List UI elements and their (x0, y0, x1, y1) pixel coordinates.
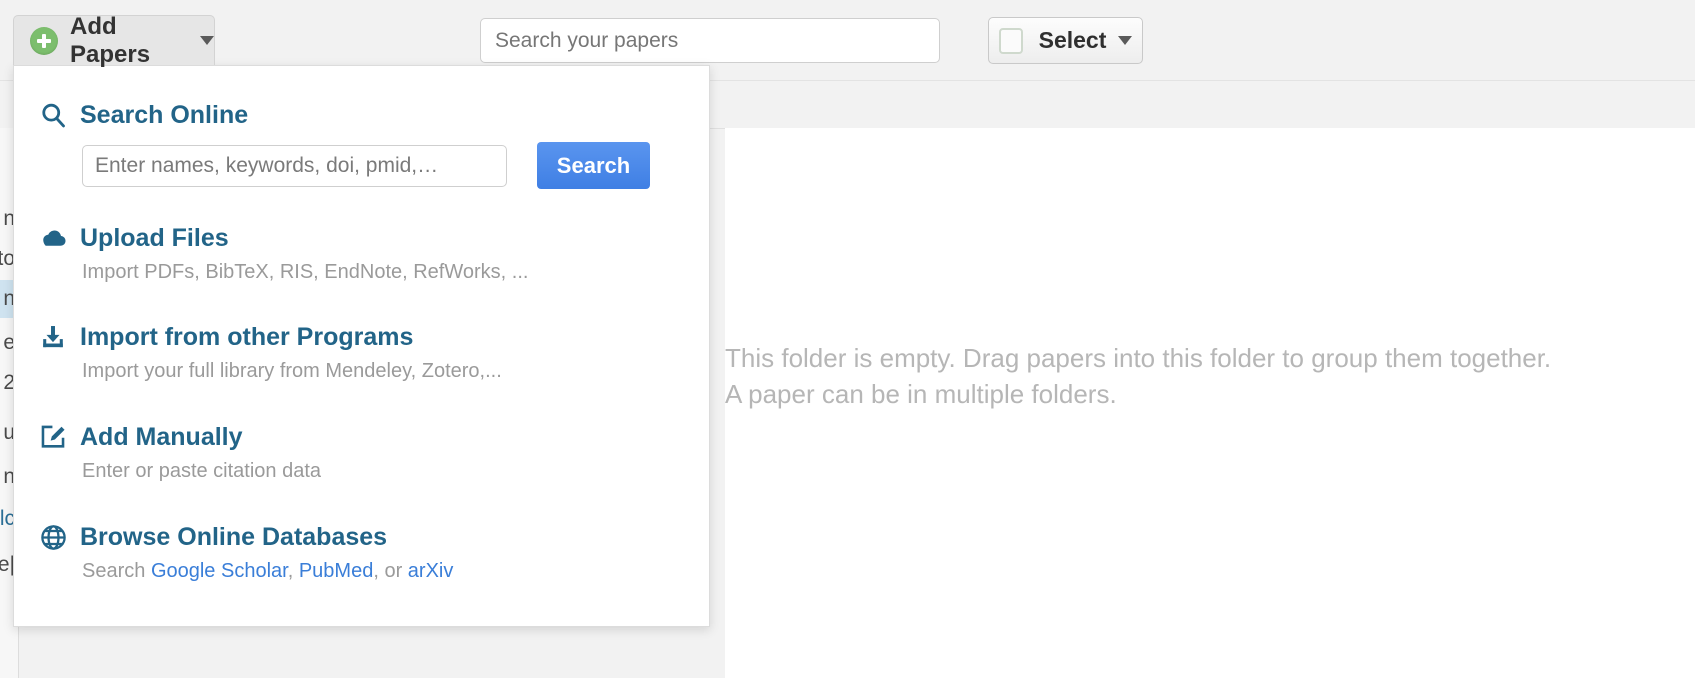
menu-item-add-manually[interactable]: Add Manually Enter or paste citation dat… (14, 420, 711, 483)
online-search-button[interactable]: Search (537, 142, 650, 189)
add-papers-button[interactable]: Add Papers (13, 13, 215, 68)
subtitle-separator: , or (373, 560, 408, 582)
online-search-input[interactable] (82, 144, 507, 187)
subtitle-separator: , (287, 560, 299, 582)
download-tray-icon (36, 320, 70, 354)
empty-folder-message: This folder is empty. Drag papers into t… (725, 340, 1685, 412)
menu-item-browse-online-databases[interactable]: Browse Online Databases Search Google Sc… (14, 520, 711, 583)
menu-item-subtitle: Import PDFs, BibTeX, RIS, EndNote, RefWo… (82, 261, 529, 283)
upload-files-header[interactable]: Upload Files (14, 221, 711, 255)
link-pubmed[interactable]: PubMed (299, 560, 374, 582)
menu-item-subtitle: Import your full library from Mendeley, … (82, 360, 502, 382)
app-root: Add Papers Select n to n e 2 u n lc e| T… (0, 0, 1695, 678)
checkbox-unchecked-icon[interactable] (998, 27, 1023, 54)
menu-item-subtitle: Search Google Scholar, PubMed, or arXiv (82, 560, 711, 583)
main-content-panel: This folder is empty. Drag papers into t… (725, 128, 1695, 678)
import-other-programs-header[interactable]: Import from other Programs (14, 320, 711, 354)
select-label: Select (1038, 27, 1107, 53)
menu-item-upload-files[interactable]: Upload Files Import PDFs, BibTeX, RIS, E… (14, 221, 711, 284)
menu-item-title: Upload Files (80, 223, 229, 252)
search-papers-input[interactable] (480, 18, 940, 63)
menu-item-title: Browse Online Databases (80, 522, 388, 551)
chevron-down-icon (200, 36, 214, 45)
add-manually-header[interactable]: Add Manually (14, 420, 711, 454)
add-papers-label: Add Papers (70, 12, 151, 68)
menu-item-title: Import from other Programs (80, 322, 414, 351)
pencil-square-icon (36, 420, 70, 454)
menu-item-title: Add Manually (80, 422, 243, 451)
search-online-form: Search (82, 142, 711, 189)
browse-online-databases-header[interactable]: Browse Online Databases (14, 520, 711, 554)
empty-folder-line-1: This folder is empty. Drag papers into t… (725, 343, 1552, 373)
select-button[interactable]: Select (988, 17, 1143, 64)
menu-item-subtitle: Enter or paste citation data (82, 460, 322, 482)
link-google-scholar[interactable]: Google Scholar (151, 560, 288, 582)
plus-circle-icon (30, 26, 58, 55)
menu-item-title: Search Online (80, 100, 249, 129)
menu-item-import-other-programs[interactable]: Import from other Programs Import your f… (14, 320, 711, 383)
empty-folder-line-2: A paper can be in multiple folders. (725, 379, 1117, 409)
globe-icon (36, 520, 70, 554)
cloud-upload-icon (36, 221, 70, 255)
menu-item-search-online[interactable]: Search Online Search (14, 98, 711, 189)
magnifier-icon (36, 98, 70, 132)
subtitle-prefix: Search (82, 560, 151, 582)
link-arxiv[interactable]: arXiv (408, 560, 454, 582)
search-online-header[interactable]: Search Online (14, 98, 711, 132)
add-papers-dropdown-menu: Search Online Search Upload Files Impor (13, 65, 710, 627)
chevron-down-icon (1118, 36, 1133, 45)
